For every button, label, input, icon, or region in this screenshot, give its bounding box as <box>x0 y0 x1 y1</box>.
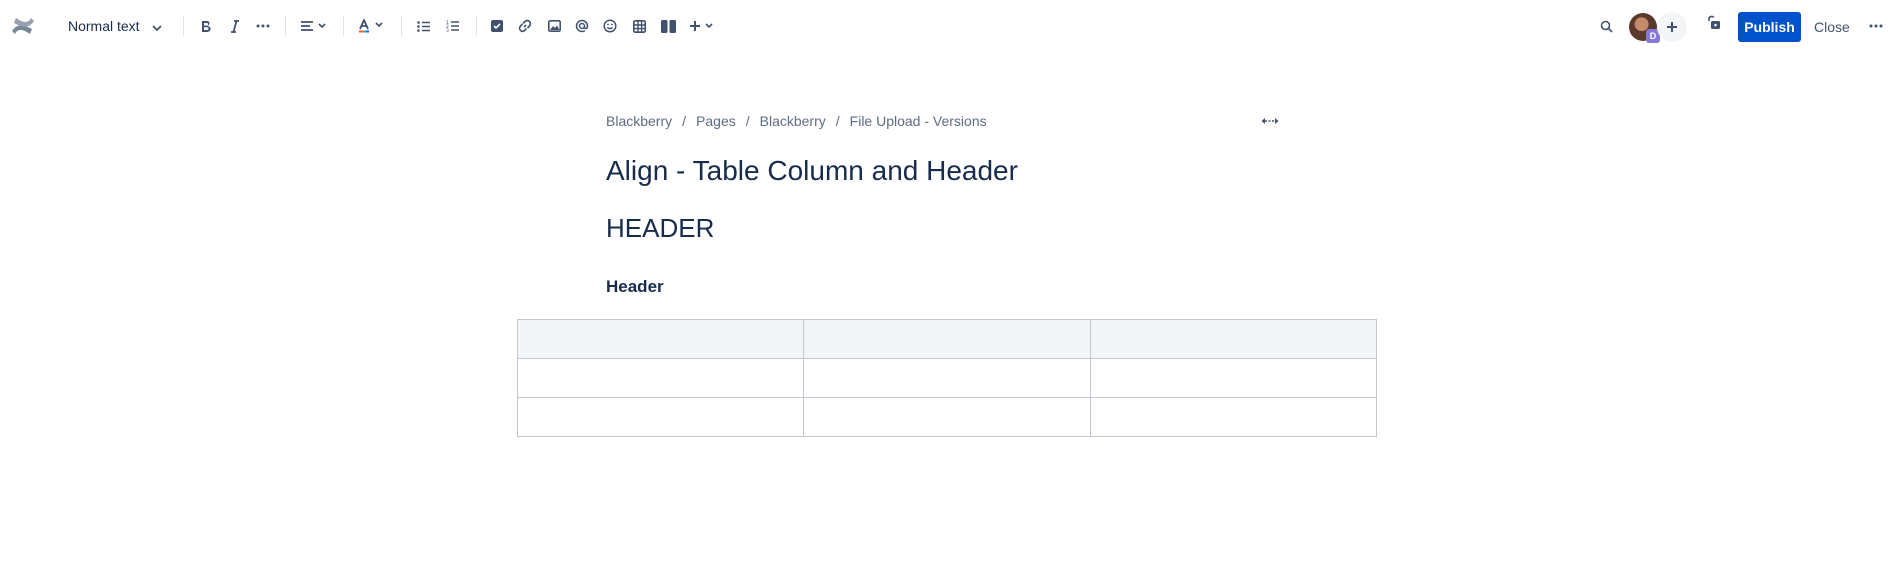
italic-icon[interactable] <box>226 14 244 38</box>
text-style-label: Normal text <box>68 18 140 34</box>
table-header-cell[interactable] <box>803 319 1091 359</box>
table-header-cell[interactable] <box>1089 319 1378 359</box>
emoji-icon[interactable] <box>601 14 619 38</box>
bold-icon[interactable] <box>197 14 215 38</box>
breadcrumb-separator: / <box>835 113 840 129</box>
chevron-down-icon <box>151 18 162 34</box>
numbered-list-icon[interactable]: 123 <box>444 14 462 38</box>
table-header-row <box>516 319 1378 359</box>
toolbar-divider <box>183 16 184 36</box>
table-cell[interactable] <box>803 358 1091 398</box>
heading-3[interactable]: Header <box>606 276 664 298</box>
breadcrumb-item[interactable]: Blackberry <box>760 113 826 129</box>
table-cell[interactable] <box>516 397 805 437</box>
publish-button[interactable]: Publish <box>1738 12 1801 42</box>
image-icon[interactable] <box>545 14 563 38</box>
table-cell[interactable] <box>1089 397 1378 437</box>
breadcrumb-item[interactable]: File Upload - Versions <box>850 113 987 129</box>
link-icon[interactable] <box>516 14 534 38</box>
table-cell[interactable] <box>516 358 805 398</box>
layouts-icon[interactable] <box>658 14 678 38</box>
restrictions-icon[interactable] <box>1705 11 1723 35</box>
table-header-cell[interactable] <box>516 319 805 359</box>
more-formatting-icon[interactable] <box>254 14 272 38</box>
toolbar-divider <box>343 16 344 36</box>
page-title[interactable]: Align - Table Column and Header <box>606 153 1018 189</box>
confluence-logo-icon[interactable] <box>10 14 36 38</box>
content-table <box>516 319 1378 437</box>
breadcrumb-separator: / <box>682 113 687 129</box>
close-button[interactable]: Close <box>1810 12 1854 42</box>
invite-icon[interactable] <box>1657 12 1687 42</box>
action-item-icon[interactable] <box>488 14 506 38</box>
more-icon[interactable] <box>1866 14 1886 38</box>
editor-toolbar: Normal text 123 D Publish Close <box>0 0 1896 52</box>
table-row <box>516 358 1378 398</box>
toolbar-divider <box>476 16 477 36</box>
table-cell[interactable] <box>1089 358 1378 398</box>
toolbar-divider <box>285 16 286 36</box>
align-icon[interactable] <box>299 14 329 38</box>
heading-1[interactable]: HEADER <box>606 211 714 245</box>
bullet-list-icon[interactable] <box>415 14 433 38</box>
table-cell[interactable] <box>803 397 1091 437</box>
breadcrumb-item[interactable]: Blackberry <box>606 113 672 129</box>
table-row <box>516 397 1378 437</box>
text-color-icon[interactable] <box>357 14 387 38</box>
text-style-dropdown[interactable]: Normal text <box>68 14 162 38</box>
search-icon[interactable] <box>1597 14 1615 38</box>
full-width-toggle-icon[interactable] <box>1260 113 1280 129</box>
table-icon[interactable] <box>630 14 648 38</box>
svg-text:3: 3 <box>446 28 449 32</box>
breadcrumb-separator: / <box>745 113 750 129</box>
breadcrumb-item[interactable]: Pages <box>696 113 736 129</box>
mention-icon[interactable] <box>573 14 591 38</box>
breadcrumb: Blackberry / Pages / Blackberry / File U… <box>606 112 987 130</box>
insert-icon[interactable] <box>688 14 718 38</box>
toolbar-divider <box>401 16 402 36</box>
